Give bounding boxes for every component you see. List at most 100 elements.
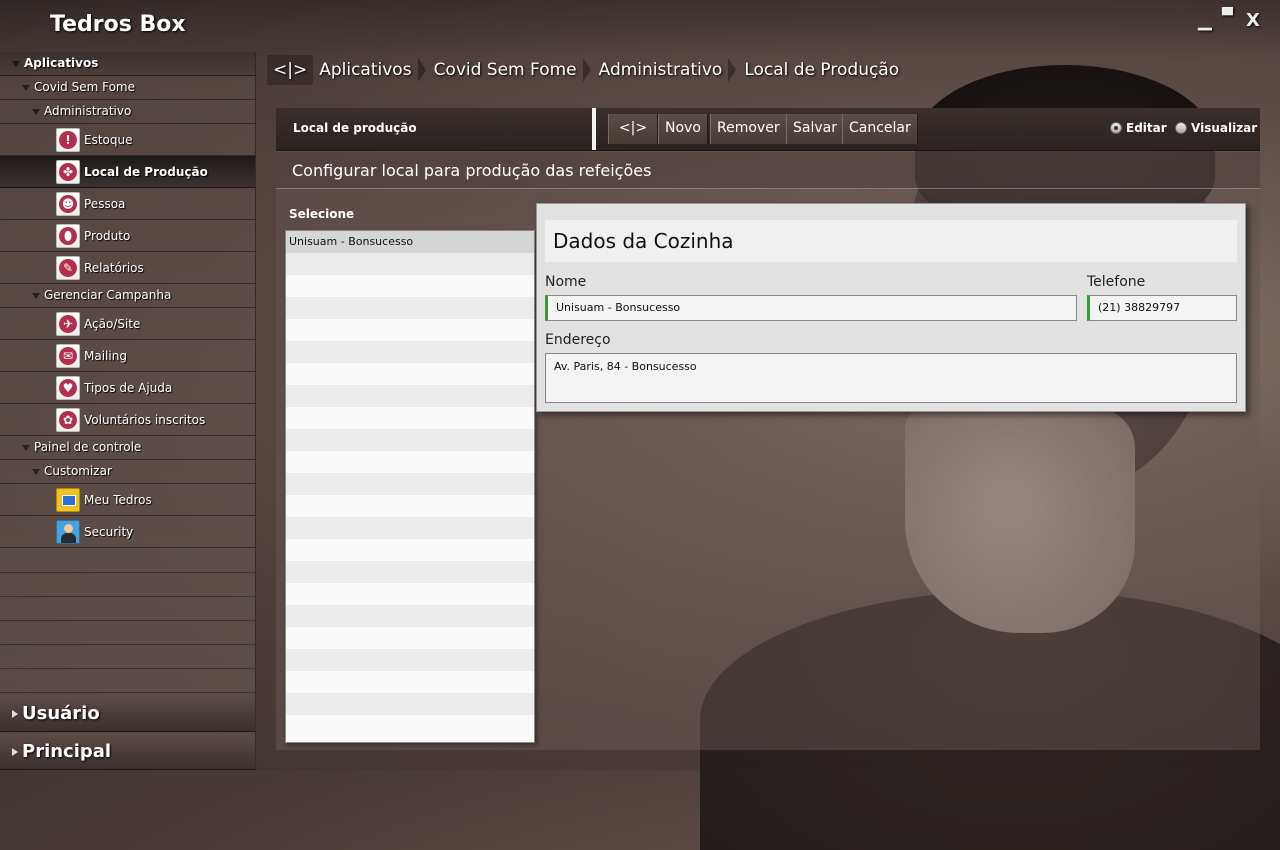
sidebar-header-aplicativos[interactable]: Aplicativos [0,52,255,76]
alert-icon: ! [56,128,80,152]
sidebar-empty-row [0,596,255,621]
sidebar-item-label: Gerenciar Campanha [44,288,172,302]
sidebar-item-security[interactable]: Security [0,516,255,548]
sidebar-item-gerenciar-campanha[interactable]: Gerenciar Campanha [0,284,255,308]
breadcrumb-toggle[interactable]: <|> [267,55,314,85]
list-empty-row [286,363,534,385]
endereco-field[interactable]: Av. Paris, 84 - Bonsucesso [545,353,1237,403]
section-principal[interactable]: Principal [0,734,255,770]
sidebar-item-administrativo[interactable]: Administrativo [0,100,255,124]
list-empty-row [286,627,534,649]
sidebar-item-voluntarios-inscritos[interactable]: ✿ Voluntários inscritos [0,404,255,436]
sidebar-item-acao-site[interactable]: ✈ Ação/Site [0,308,255,340]
expand-icon [32,108,40,115]
sidebar-item-label: Estoque [84,133,133,147]
sidebar-item-label: Covid Sem Fome [34,80,135,94]
list-item[interactable]: Unisuam - Bonsucesso [286,231,534,253]
volunteers-icon: ✿ [56,408,80,432]
radio-unchecked-icon [1175,122,1187,134]
section-usuario[interactable]: Usuário [0,696,255,732]
kitchen-form-card: Dados da Cozinha Nome Unisuam - Bonsuces… [536,203,1246,412]
expand-icon [32,292,40,299]
telefone-label: Telefone [1087,274,1146,290]
sidebar-item-produto[interactable]: ⬮ Produto [0,220,255,252]
remove-button[interactable]: Remover [710,114,787,144]
save-button[interactable]: Salvar [786,114,844,144]
page-subtitle: Configurar local para produção das refei… [276,152,1260,189]
app-title: Tedros Box [50,12,186,37]
sidebar-item-mailing[interactable]: ✉ Mailing [0,340,255,372]
list-empty-row [286,561,534,583]
breadcrumb-separator-icon [582,55,593,85]
sidebar-item-label: Customizar [44,464,112,478]
sidebar-item-meu-tedros[interactable]: Meu Tedros [0,484,255,516]
section-label: Usuário [22,703,100,724]
list-empty-row [286,649,534,671]
list-empty-row [286,583,534,605]
sidebar-header-label: Aplicativos [24,56,99,70]
sidebar-empty-row [0,668,255,693]
restore-button[interactable]: ▀ [1222,8,1233,24]
list-empty-row [286,693,534,715]
sidebar-item-label: Mailing [84,349,127,363]
toolbar-divider [592,108,596,150]
sidebar-item-estoque[interactable]: ! Estoque [0,124,255,156]
expand-icon [32,468,40,475]
expand-icon [22,444,30,451]
breadcrumb-local-de-producao[interactable]: Local de Produção [738,55,905,85]
sidebar-item-label: Produto [84,229,131,243]
nome-field[interactable]: Unisuam - Bonsucesso [545,295,1077,321]
telefone-field[interactable]: (21) 38829797 [1087,295,1237,321]
sidebar-item-relatorios[interactable]: ✎ Relatórios [0,252,255,284]
list-empty-row [286,275,534,297]
mode-edit-label: Editar [1126,121,1167,135]
chart-icon: ✎ [56,256,80,280]
breadcrumb-covid-sem-fome[interactable]: Covid Sem Fome [428,55,583,85]
megaphone-icon: ✈ [56,312,80,336]
expand-icon [12,60,20,67]
sidebar-item-covid-sem-fome[interactable]: Covid Sem Fome [0,76,255,100]
form-title: Dados da Cozinha [545,220,1237,262]
breadcrumb-aplicativos[interactable]: Aplicativos [313,55,417,85]
sidebar-item-painel-de-controle[interactable]: Painel de controle [0,436,255,460]
cancel-button[interactable]: Cancelar [842,114,918,144]
title-bar [0,0,1280,60]
breadcrumb-administrativo[interactable]: Administrativo [593,55,729,85]
people-icon: ☻ [56,192,80,216]
toolbar: Local de produção <|> Novo Remover Salva… [276,108,1260,151]
breadcrumb-separator-icon [417,55,428,85]
sidebar-item-local-de-producao[interactable]: ✤ Local de Produção [0,156,255,188]
sidebar: Aplicativos Covid Sem Fome Administrativ… [0,52,256,770]
sidebar-item-tipos-de-ajuda[interactable]: ♥ Tipos de Ajuda [0,372,255,404]
list-empty-row [286,319,534,341]
sidebar-item-label: Pessoa [84,197,126,211]
list-empty-row [286,539,534,561]
chevron-right-icon [12,710,18,718]
nome-label: Nome [545,274,587,290]
close-button[interactable]: X [1246,10,1260,31]
bag-icon: ⬮ [56,224,80,248]
mode-edit-radio[interactable]: Editar [1110,121,1167,135]
sidebar-item-customizar[interactable]: Customizar [0,460,255,484]
list-empty-row [286,715,534,737]
windows-icon [56,488,80,512]
list-empty-row [286,605,534,627]
sidebar-item-label: Tipos de Ajuda [84,381,173,395]
breadcrumb-separator-icon [728,55,738,85]
minimize-button[interactable]: ▁ [1198,10,1212,31]
sidebar-item-label: Administrativo [44,104,132,118]
sidebar-empty-row [0,572,255,597]
mode-view-radio[interactable]: Visualizar [1175,121,1257,135]
section-label: Principal [22,741,112,762]
new-button[interactable]: Novo [658,114,708,144]
sidebar-item-pessoa[interactable]: ☻ Pessoa [0,188,255,220]
selection-list[interactable]: Unisuam - Bonsucesso [285,230,535,743]
list-empty-row [286,297,534,319]
user-security-icon [56,520,80,544]
mode-view-label: Visualizar [1191,121,1258,135]
heart-icon: ♥ [56,376,80,400]
toggle-button[interactable]: <|> [608,114,658,144]
sidebar-item-label: Relatórios [84,261,144,275]
sidebar-item-label: Voluntários inscritos [84,413,206,427]
list-empty-row [286,517,534,539]
